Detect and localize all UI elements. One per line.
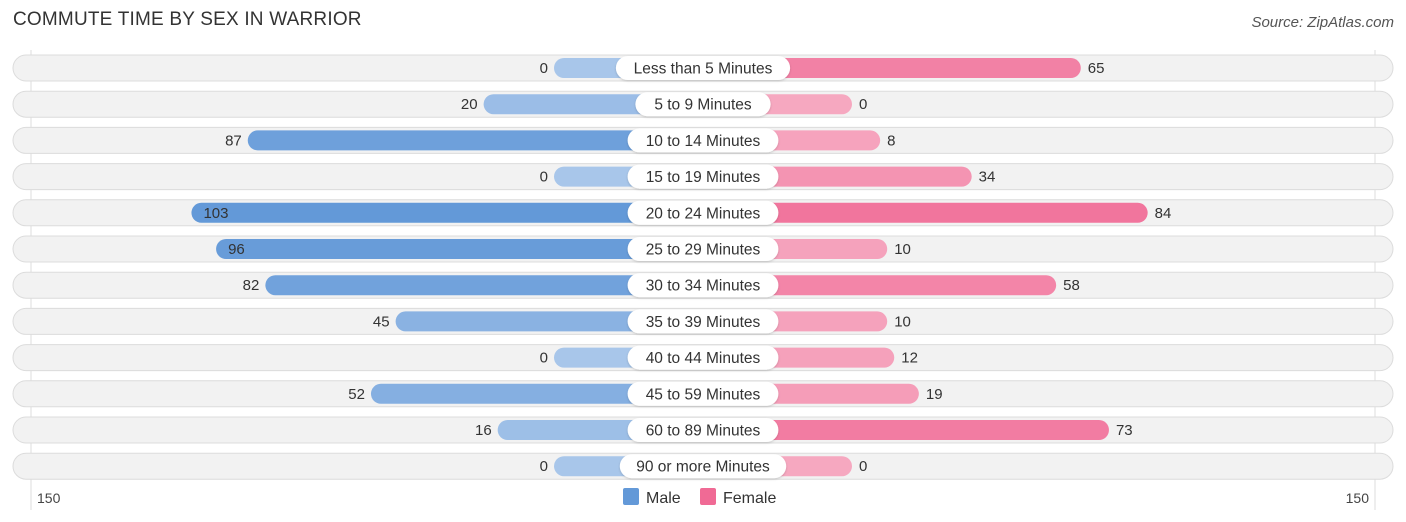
chart-row: 20 to 24 Minutes 103 84 <box>12 199 1394 227</box>
category-label: 40 to 44 Minutes <box>646 350 761 367</box>
value-label-female: 34 <box>979 169 996 186</box>
chart-row: 5 to 9 Minutes 20 0 <box>12 90 1394 118</box>
category-label: 25 to 29 Minutes <box>646 242 761 259</box>
value-label-female: 0 <box>859 458 867 475</box>
category-label: 15 to 19 Minutes <box>646 169 761 186</box>
category-label: 10 to 14 Minutes <box>646 133 761 150</box>
chart-row: 60 to 89 Minutes 16 73 <box>12 416 1394 444</box>
value-label-female: 73 <box>1116 422 1133 439</box>
legend: Male Female <box>623 488 776 507</box>
value-label-female: 19 <box>926 386 943 403</box>
category-label: 90 or more Minutes <box>636 459 770 476</box>
category-label: 20 to 24 Minutes <box>646 205 761 222</box>
value-label-female: 10 <box>894 313 911 330</box>
value-label-male: 0 <box>540 350 548 367</box>
value-label-male: 52 <box>348 386 365 403</box>
chart-row: 40 to 44 Minutes 0 12 <box>12 344 1394 372</box>
value-label-male: 0 <box>540 458 548 475</box>
chart-row: 10 to 14 Minutes 87 8 <box>12 126 1394 154</box>
value-label-male: 16 <box>475 422 492 439</box>
value-label-male: 82 <box>243 277 260 294</box>
value-label-male: 87 <box>225 132 242 149</box>
value-label-male: 103 <box>203 205 228 222</box>
value-label-female: 65 <box>1088 60 1105 77</box>
bar-male <box>191 202 703 223</box>
category-label: 35 to 39 Minutes <box>646 314 761 331</box>
category-label: Less than 5 Minutes <box>634 61 773 78</box>
chart-row: 25 to 29 Minutes 96 10 <box>12 235 1394 263</box>
chart-row: 30 to 34 Minutes 82 58 <box>12 271 1394 299</box>
chart-row: 15 to 19 Minutes 0 34 <box>12 163 1394 191</box>
value-label-female: 84 <box>1155 205 1172 222</box>
value-label-male: 0 <box>540 169 548 186</box>
chart-canvas: Less than 5 Minutes0 655 to 9 Minutes20 01… <box>12 50 1394 510</box>
axis-right-label: 150 <box>1346 490 1370 506</box>
category-label: 5 to 9 Minutes <box>654 97 752 114</box>
value-label-female: 0 <box>859 96 867 113</box>
legend-swatch-female <box>700 488 716 505</box>
chart-row: 90 or more Minutes 0 0 <box>12 452 1394 480</box>
value-label-female: 58 <box>1063 277 1080 294</box>
value-label-female: 8 <box>887 132 895 149</box>
category-label: 60 to 89 Minutes <box>646 423 761 440</box>
value-label-female: 12 <box>901 350 918 367</box>
value-label-male: 0 <box>540 60 548 77</box>
value-label-male: 96 <box>228 241 245 258</box>
legend-swatch-male <box>623 488 639 505</box>
value-label-male: 20 <box>461 96 478 113</box>
chart-row: Less than 5 Minutes 0 65 <box>12 54 1394 82</box>
legend-label-female: Female <box>723 490 776 507</box>
category-label: 45 to 59 Minutes <box>646 386 761 403</box>
category-label: 30 to 34 Minutes <box>646 278 761 295</box>
value-label-female: 10 <box>894 241 911 258</box>
chart-row: 45 to 59 Minutes 52 19 <box>12 380 1394 408</box>
value-label-male: 45 <box>373 313 390 330</box>
axis-left-label: 150 <box>37 490 61 506</box>
chart-row: 35 to 39 Minutes 45 10 <box>12 307 1394 335</box>
legend-label-male: Male <box>646 490 681 507</box>
